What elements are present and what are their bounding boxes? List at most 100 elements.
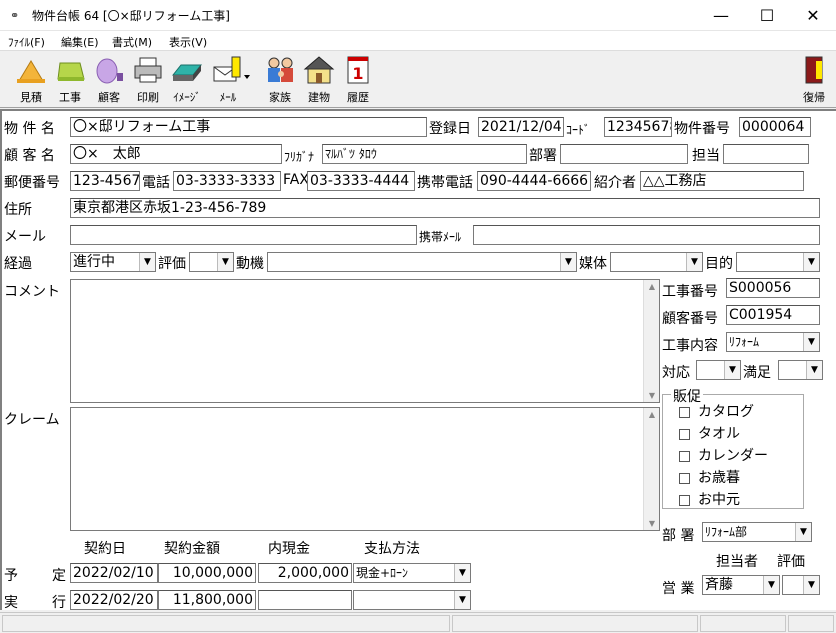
menu-file[interactable]: ﾌｧｲﾙ(F)	[8, 34, 45, 50]
mobile-field[interactable]: 090-4444-6666	[477, 171, 591, 191]
construction-button[interactable]: 工事	[50, 55, 90, 107]
dept2-value: ﾘﾌｫｰﾑ部	[705, 525, 748, 539]
department-label: 部署	[529, 148, 557, 164]
satisfaction-select[interactable]: ▼	[778, 360, 823, 380]
sales-rating-select[interactable]: ▼	[782, 575, 820, 595]
sales-staff-value: 斉藤	[705, 577, 733, 593]
promo-checkbox-oseibo[interactable]: お歳暮	[679, 467, 740, 487]
planned-deposit-field[interactable]: 2,000,000	[258, 563, 352, 583]
menu-view[interactable]: 表示(V)	[169, 34, 207, 50]
progress-dropdown-icon[interactable]: ▼	[139, 253, 155, 271]
comment-scrollbar[interactable]: ▲ ▼	[643, 280, 659, 402]
planned-label-2: 定	[52, 568, 66, 584]
work-number-field[interactable]: S000056	[726, 278, 820, 298]
work-content-select[interactable]: ﾘﾌｫｰﾑ ▼	[726, 332, 820, 352]
response-dropdown-icon[interactable]: ▼	[724, 361, 740, 379]
checkbox-icon[interactable]	[679, 406, 690, 418]
restore-button[interactable]: 復帰	[794, 55, 834, 107]
property-number-field[interactable]: 0000064	[739, 117, 811, 137]
in-charge-field[interactable]	[723, 144, 809, 164]
claim-scrollbar[interactable]: ▲ ▼	[643, 408, 659, 530]
purpose-dropdown-icon[interactable]: ▼	[803, 253, 819, 271]
customer-button[interactable]: 顧客	[89, 55, 129, 107]
promo-checkbox-calendar[interactable]: カレンダー	[679, 445, 768, 465]
planned-date-field[interactable]: 2022/02/10	[70, 563, 158, 583]
progress-value: 進行中	[73, 254, 115, 270]
media-select[interactable]: ▼	[610, 252, 703, 272]
family-button[interactable]: 家族	[260, 55, 300, 107]
progress-select[interactable]: 進行中 ▼	[70, 252, 156, 272]
actual-payment-select[interactable]: ▼	[353, 590, 471, 610]
rating-select[interactable]: ▼	[189, 252, 234, 272]
scroll-down-icon[interactable]: ▼	[644, 519, 660, 528]
status-pane-3	[700, 615, 786, 632]
minimize-button[interactable]: —	[698, 0, 744, 31]
property-name-field[interactable]: 〇×邸リフォーム工事	[70, 117, 427, 137]
checkbox-icon[interactable]	[679, 450, 690, 462]
claim-textarea[interactable]: ▲ ▼	[70, 407, 660, 531]
menu-edit[interactable]: 編集(E)	[61, 34, 99, 50]
motive-dropdown-icon[interactable]: ▼	[560, 253, 576, 271]
sales-staff-select[interactable]: 斉藤 ▼	[702, 575, 780, 595]
department-field[interactable]	[560, 144, 688, 164]
response-select[interactable]: ▼	[696, 360, 741, 380]
sales-staff-dropdown-icon[interactable]: ▼	[763, 576, 779, 594]
print-button[interactable]: 印刷	[128, 55, 168, 107]
building-button[interactable]: 建物	[299, 55, 339, 107]
close-button[interactable]: ✕	[790, 0, 836, 31]
motive-select[interactable]: ▼	[267, 252, 577, 272]
address-field[interactable]: 東京都港区赤坂1-23-456-789	[70, 198, 820, 218]
register-date-field[interactable]: 2021/12/04	[478, 117, 564, 137]
promo-checkbox-towel[interactable]: タオル	[679, 423, 740, 443]
scroll-up-icon[interactable]: ▲	[644, 282, 660, 291]
promo-checkbox-catalog[interactable]: カタログ	[679, 401, 754, 421]
customer-name-field[interactable]: 〇× 太郎	[70, 144, 282, 164]
actual-date-field[interactable]: 2022/02/20	[70, 590, 158, 610]
introducer-field[interactable]: △△工務店	[640, 171, 804, 191]
tel-field[interactable]: 03-3333-3333	[173, 171, 281, 191]
furigana-field[interactable]: ﾏﾙﾊﾞﾂ ﾀﾛｳ	[322, 144, 527, 164]
scroll-up-icon[interactable]: ▲	[644, 410, 660, 419]
fax-field[interactable]: 03-3333-4444	[307, 171, 415, 191]
scanner-icon	[171, 55, 203, 85]
purpose-select[interactable]: ▼	[736, 252, 820, 272]
promo-checkbox-ochugen[interactable]: お中元	[679, 489, 740, 509]
mail-button[interactable]: ﾒｰﾙ	[208, 55, 250, 107]
media-dropdown-icon[interactable]: ▼	[686, 253, 702, 271]
planned-amount-field[interactable]: 10,000,000	[158, 563, 256, 583]
comment-textarea[interactable]: ▲ ▼	[70, 279, 660, 403]
image-button[interactable]: ｲﾒｰｼﾞ	[167, 55, 207, 107]
planned-payment-dropdown-icon[interactable]: ▼	[454, 564, 470, 582]
promo-towel-label: タオル	[698, 426, 740, 442]
rating-dropdown-icon[interactable]: ▼	[217, 253, 233, 271]
scroll-down-icon[interactable]: ▼	[644, 391, 660, 400]
checkbox-icon[interactable]	[679, 494, 690, 506]
code-field[interactable]: 12345678	[604, 117, 672, 137]
menu-bar: ﾌｧｲﾙ(F) 編集(E) 書式(M) 表示(V)	[0, 31, 836, 51]
response-label: 対応	[662, 365, 690, 381]
mobile-mail-field[interactable]	[473, 225, 820, 245]
family-icon	[264, 55, 296, 85]
planned-payment-select[interactable]: 現金+ﾛｰﾝ ▼	[353, 563, 471, 583]
dept2-label: 部 署	[662, 528, 695, 544]
email-field[interactable]	[70, 225, 417, 245]
checkbox-icon[interactable]	[679, 428, 690, 440]
menu-format[interactable]: 書式(M)	[112, 34, 152, 50]
actual-payment-dropdown-icon[interactable]: ▼	[454, 591, 470, 609]
customer-number-field[interactable]: C001954	[726, 305, 820, 325]
satisfaction-dropdown-icon[interactable]: ▼	[806, 361, 822, 379]
actual-amount-field[interactable]: 11,800,000	[158, 590, 256, 610]
dept2-dropdown-icon[interactable]: ▼	[795, 523, 811, 541]
maximize-button[interactable]: ☐	[744, 0, 790, 31]
checkbox-icon[interactable]	[679, 472, 690, 484]
estimate-button[interactable]: 見積	[11, 55, 51, 107]
postal-field[interactable]: 123-4567	[70, 171, 140, 191]
dept2-select[interactable]: ﾘﾌｫｰﾑ部 ▼	[702, 522, 812, 542]
window-title: 物件台帳 64 [〇×邸リフォーム工事]	[32, 9, 230, 23]
app-icon: ⚭	[10, 9, 20, 22]
actual-deposit-field[interactable]	[258, 590, 352, 610]
status-bar	[0, 612, 836, 633]
history-button[interactable]: 1 履歴	[338, 55, 378, 107]
sales-rating-dropdown-icon[interactable]: ▼	[803, 576, 819, 594]
work-content-dropdown-icon[interactable]: ▼	[803, 333, 819, 351]
